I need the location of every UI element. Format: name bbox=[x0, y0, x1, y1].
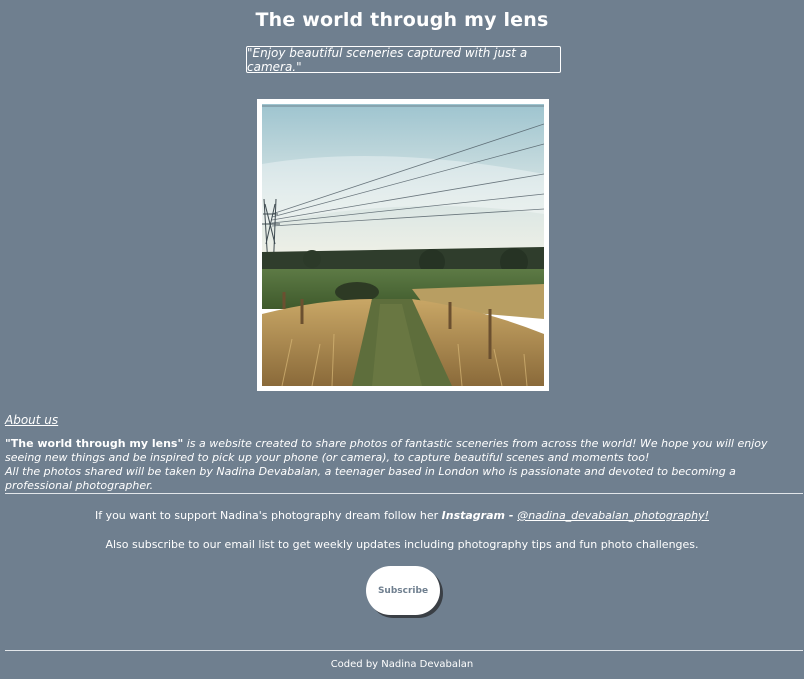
subscribe-message: Also subscribe to our email list to get … bbox=[105, 538, 699, 551]
support-text: If you want to support Nadina's photogra… bbox=[0, 509, 804, 522]
support-message: If you want to support Nadina's photogra… bbox=[94, 509, 442, 522]
about-description: "The world through my lens" is a website… bbox=[5, 437, 804, 493]
about-line-2: All the photos shared will be taken by N… bbox=[5, 465, 736, 492]
instagram-link[interactable]: @nadina_devabalan_photography! bbox=[517, 509, 709, 522]
tagline-text: "Enjoy beautiful sceneries captured with… bbox=[247, 45, 528, 74]
about-heading: About us bbox=[5, 413, 59, 427]
page-title: The world through my lens bbox=[255, 9, 549, 31]
photo-frame bbox=[257, 99, 549, 391]
landscape-photo bbox=[262, 104, 544, 386]
instagram-label: Instagram - bbox=[441, 509, 518, 522]
subscribe-button[interactable]: Subscribe bbox=[366, 566, 440, 615]
divider-top bbox=[5, 493, 803, 494]
divider-bottom bbox=[5, 650, 803, 651]
site-name: "The world through my lens" bbox=[5, 437, 184, 450]
footer-credit: Coded by Nadina Devabalan bbox=[330, 659, 474, 670]
tagline-box: "Enjoy beautiful sceneries captured with… bbox=[246, 45, 561, 74]
